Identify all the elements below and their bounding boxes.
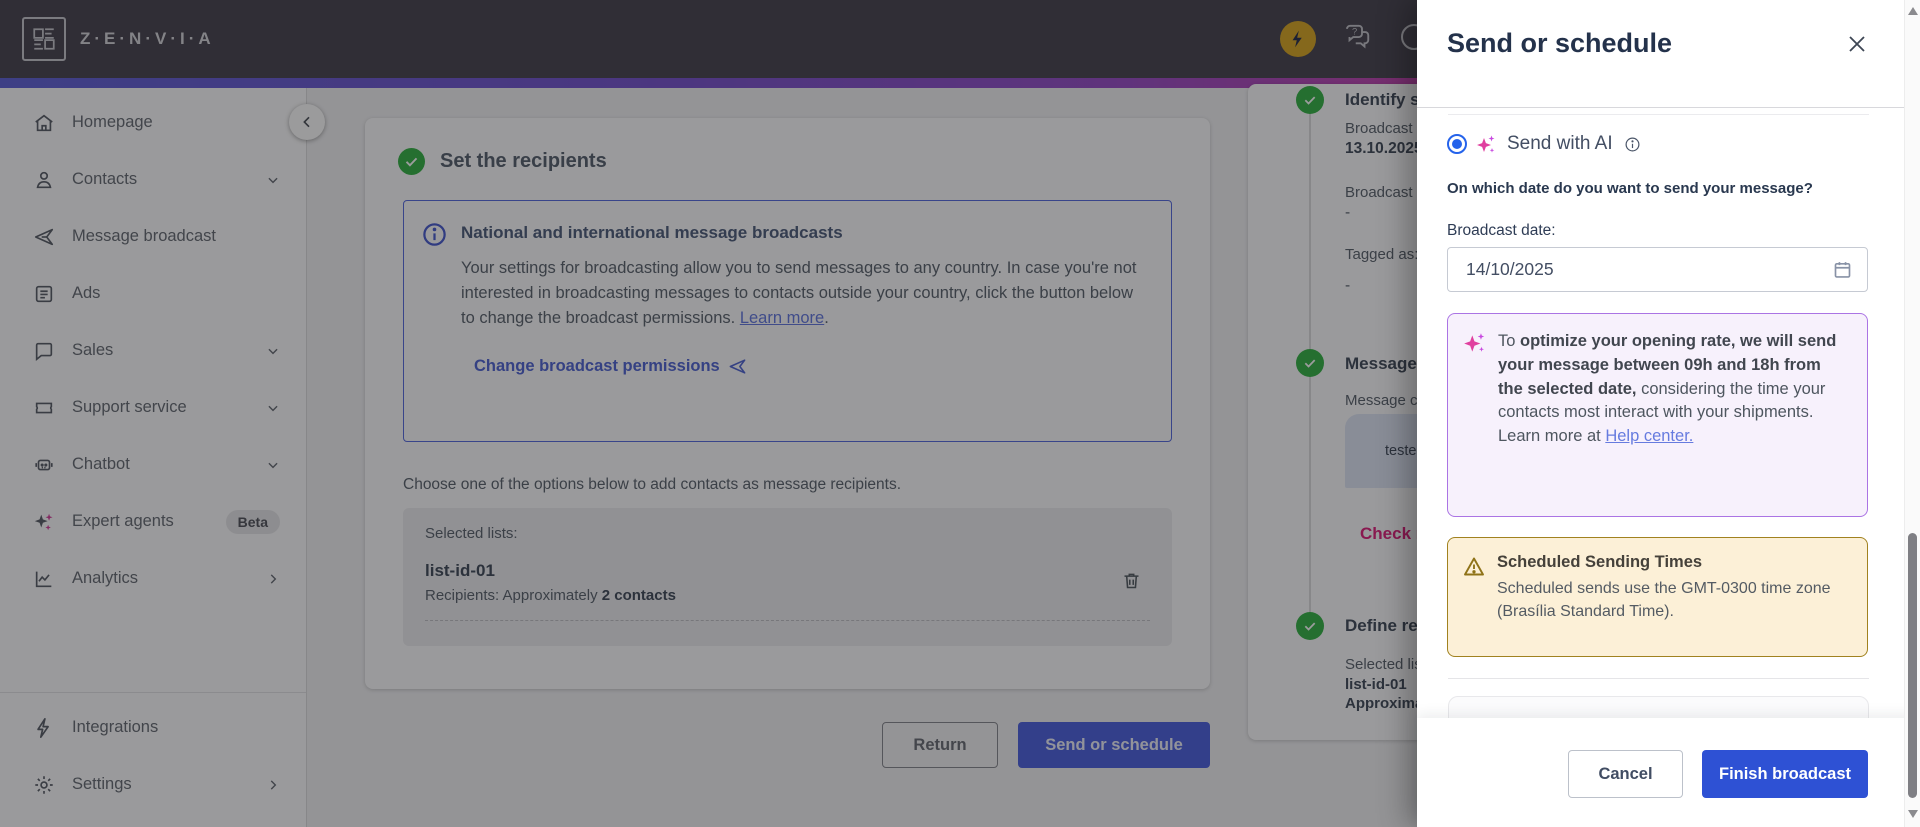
broadcast-date-label: Broadcast date: (1447, 222, 1556, 239)
drawer-title: Send or schedule (1447, 28, 1673, 58)
warning-title: Scheduled Sending Times (1497, 553, 1703, 571)
close-icon[interactable] (1845, 32, 1869, 59)
drawer-header-divider (1417, 107, 1920, 108)
info-icon[interactable] (1624, 136, 1641, 153)
drawer-subdivider (1448, 114, 1869, 115)
scrollbar-thumb[interactable] (1908, 533, 1917, 798)
ai-optimize-info-box: To optimize your opening rate, we will s… (1447, 313, 1868, 517)
ai-sparkles-icon (1474, 132, 1498, 156)
date-question: On which date do you want to send your m… (1447, 180, 1813, 197)
warning-content: Scheduled Sending Times Scheduled sends … (1497, 553, 1851, 644)
zenvia-app: Z·E·N·V·I·A ? Homepage Contacts Message … (0, 0, 1920, 827)
send-or-schedule-drawer: Send or schedule Send with AI On which d… (1417, 0, 1920, 827)
help-center-link[interactable]: Help center. (1605, 427, 1693, 445)
broadcast-date-input[interactable] (1464, 258, 1832, 281)
scroll-down-arrow-icon[interactable] (1908, 810, 1918, 818)
scroll-up-arrow-icon[interactable] (1908, 7, 1918, 15)
page-scrollbar[interactable] (1904, 0, 1920, 827)
ai-text-prefix: To (1498, 332, 1521, 350)
scheduled-times-warning-box: Scheduled Sending Times Scheduled sends … (1447, 537, 1868, 657)
cancel-button[interactable]: Cancel (1568, 750, 1683, 798)
ai-box-text: To optimize your opening rate, we will s… (1498, 330, 1849, 502)
send-with-ai-label: Send with AI (1507, 133, 1613, 154)
send-with-ai-option[interactable]: Send with AI (1447, 132, 1641, 156)
ai-sparkles-icon (1462, 330, 1488, 502)
finish-broadcast-button[interactable]: Finish broadcast (1702, 750, 1868, 798)
warning-icon (1462, 555, 1486, 644)
warning-body: Scheduled sends use the GMT-0300 time zo… (1497, 580, 1831, 620)
drawer-footer: Cancel Finish broadcast (1417, 718, 1920, 827)
drawer-lower-divider (1448, 678, 1869, 679)
radio-selected-icon[interactable] (1447, 134, 1467, 154)
broadcast-date-field[interactable] (1447, 247, 1868, 292)
calendar-icon[interactable] (1832, 259, 1853, 280)
